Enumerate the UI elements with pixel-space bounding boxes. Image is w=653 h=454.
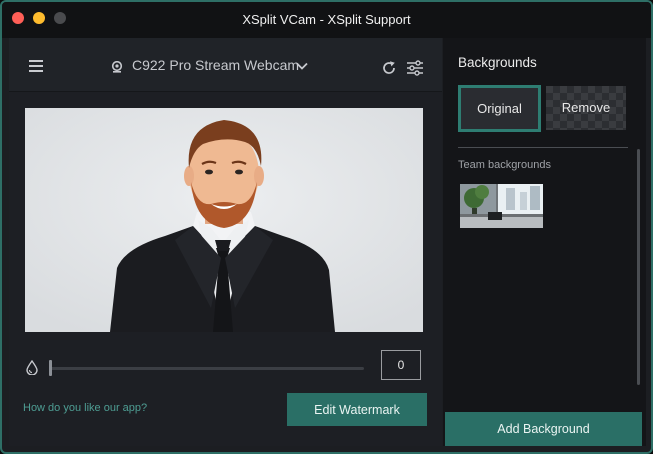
edit-watermark-button[interactable]: Edit Watermark [287, 393, 427, 426]
camera-preview [25, 108, 423, 332]
settings-sliders-icon[interactable] [406, 60, 424, 76]
backgrounds-scrollbar[interactable] [637, 149, 640, 385]
add-background-button[interactable]: Add Background [445, 412, 642, 446]
camera-preview-image [25, 108, 423, 332]
feedback-link[interactable]: How do you like our app? [23, 402, 147, 414]
original-background-button[interactable]: Original [458, 85, 541, 132]
team-background-thumbnail[interactable] [460, 184, 543, 228]
team-backgrounds-label: Team backgrounds [458, 159, 551, 171]
office-background-image [460, 184, 543, 228]
chevron-down-icon[interactable] [296, 62, 308, 70]
camera-select[interactable]: C922 Pro Stream Webcam [132, 57, 299, 73]
window-title: XSplit VCam - XSplit Support [242, 12, 411, 27]
refresh-icon[interactable] [381, 60, 397, 76]
app-window: XSplit VCam - XSplit Support C922 Pro St… [0, 0, 653, 454]
remove-background-button[interactable]: Remove [546, 86, 626, 130]
backgrounds-panel: Backgrounds Original Remove Team backgro… [443, 38, 646, 446]
droplet-icon [26, 360, 38, 375]
blur-slider-track[interactable] [49, 367, 364, 370]
camera-panel: C922 Pro Stream Webcam 0 How do you like… [9, 38, 442, 446]
backgrounds-title: Backgrounds [458, 55, 537, 70]
blur-value-input[interactable]: 0 [381, 350, 421, 380]
webcam-icon [111, 61, 123, 73]
title-bar: XSplit VCam - XSplit Support [2, 2, 651, 38]
blur-slider-handle[interactable] [49, 360, 52, 376]
camera-toolbar: C922 Pro Stream Webcam [9, 38, 442, 92]
blur-slider-row: 0 [9, 348, 442, 382]
divider [458, 147, 628, 148]
menu-icon[interactable] [29, 60, 43, 72]
